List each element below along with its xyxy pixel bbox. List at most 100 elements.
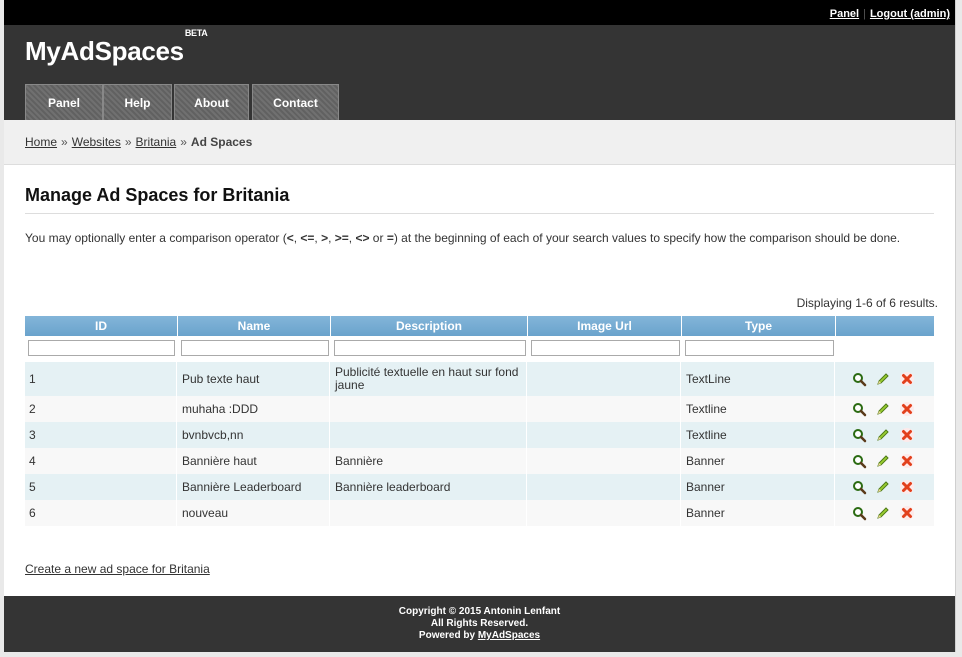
cell-id: 6 (25, 500, 177, 526)
op-le: <= (300, 231, 315, 245)
cell-name: Bannière Leaderboard (178, 474, 330, 500)
cell-description (331, 396, 527, 422)
row-actions (847, 396, 915, 422)
cell-type: Textline (682, 422, 835, 448)
table-row: 1 Pub texte haut Publicité textuelle en ha… (25, 362, 934, 396)
edit-icon[interactable] (875, 453, 891, 469)
cell-type: TextLine (682, 362, 835, 396)
cell-id: 1 (25, 362, 177, 396)
column-header-type[interactable]: Type (682, 316, 836, 336)
delete-icon[interactable] (899, 371, 915, 387)
breadcrumb-separator: » (124, 135, 132, 149)
column-header-image-url[interactable]: Image Url (528, 316, 682, 336)
logout-link[interactable]: Logout (admin) (870, 8, 950, 20)
delete-icon[interactable] (899, 427, 915, 443)
row-actions (847, 362, 915, 396)
create-ad-space-link[interactable]: Create a new ad space for Britania (25, 562, 210, 576)
cell-type: Textline (682, 396, 835, 422)
row-actions (847, 474, 915, 500)
filter-id-input[interactable] (28, 340, 175, 356)
footer-rights: All Rights Reserved. (430, 618, 529, 629)
edit-icon[interactable] (875, 479, 891, 495)
cell-type: Banner (682, 500, 835, 526)
site-header: MyAdSpacesBETA Panel Help About Contact (4, 25, 955, 121)
column-header-id[interactable]: ID (25, 316, 178, 336)
cell-image-url (528, 500, 681, 526)
top-bar: Panel | Logout (admin) (4, 0, 955, 25)
logo-text: MyAdSpaces (25, 36, 184, 66)
view-icon[interactable] (851, 427, 867, 443)
cell-description: Bannière (331, 448, 527, 474)
cell-id: 4 (25, 448, 177, 474)
delete-icon[interactable] (899, 453, 915, 469)
row-actions (847, 448, 915, 474)
column-header-description[interactable]: Description (331, 316, 528, 336)
breadcrumb-home[interactable]: Home (25, 135, 57, 149)
breadcrumb-site[interactable]: Britania (136, 135, 177, 149)
view-icon[interactable] (851, 505, 867, 521)
cell-type: Banner (682, 448, 835, 474)
hint-suffix: ) at the beginning of each of your searc… (393, 231, 901, 245)
nav-tab-contact[interactable]: Contact (252, 84, 339, 121)
ad-spaces-grid: ID Name Description Image Url Type 1 Pub … (25, 316, 934, 526)
cell-image-url (528, 422, 681, 448)
edit-icon[interactable] (875, 371, 891, 387)
breadcrumb-bar: Home» Websites» Britania» Ad Spaces (4, 120, 955, 165)
view-icon[interactable] (851, 479, 867, 495)
footer-powered-label: Powered by (418, 630, 478, 641)
page-title: Manage Ad Spaces for Britania (25, 185, 934, 214)
user-links: Panel | Logout (admin) (830, 8, 950, 20)
op-lt: < (286, 231, 294, 245)
grid-header-row: ID Name Description Image Url Type (25, 316, 934, 336)
footer-powered-link[interactable]: MyAdSpaces (478, 630, 540, 641)
footer-copyright: Copyright © 2015 Antonin Lenfant (398, 606, 561, 617)
column-header-actions (836, 316, 934, 336)
cell-name: muhaha :DDD (178, 396, 330, 422)
edit-icon[interactable] (875, 505, 891, 521)
cell-name: bvnbvcb,nn (178, 422, 330, 448)
filter-description-input[interactable] (334, 340, 526, 356)
op-ge: >= (334, 231, 349, 245)
cell-name: nouveau (178, 500, 330, 526)
site-logo: MyAdSpacesBETA (25, 28, 208, 67)
breadcrumb-current: Ad Spaces (190, 135, 253, 149)
view-icon[interactable] (851, 401, 867, 417)
op-ne: <> (355, 231, 370, 245)
filter-type-input[interactable] (685, 340, 834, 356)
cell-name: Bannière haut (178, 448, 330, 474)
cell-description (331, 422, 527, 448)
breadcrumb-separator: » (180, 135, 187, 149)
cell-description: Bannière leaderboard (331, 474, 527, 500)
row-actions (847, 500, 915, 526)
nav-tab-help[interactable]: Help (103, 84, 172, 121)
edit-icon[interactable] (875, 427, 891, 443)
table-row: 4 Bannière haut Bannière Banner (25, 448, 934, 474)
view-icon[interactable] (851, 453, 867, 469)
column-header-name[interactable]: Name (178, 316, 331, 336)
cell-id: 5 (25, 474, 177, 500)
results-summary: Displaying 1-6 of 6 results. (796, 296, 938, 310)
link-separator: | (863, 8, 866, 20)
filter-row (25, 336, 934, 362)
cell-id: 2 (25, 396, 177, 422)
delete-icon[interactable] (899, 505, 915, 521)
delete-icon[interactable] (899, 479, 915, 495)
nav-tab-panel[interactable]: Panel (25, 84, 103, 121)
edit-icon[interactable] (875, 401, 891, 417)
delete-icon[interactable] (899, 401, 915, 417)
panel-link[interactable]: Panel (830, 8, 859, 20)
table-row: 3 bvnbvcb,nn Textline (25, 422, 934, 448)
filter-name-input[interactable] (181, 340, 329, 356)
grid-body: 1 Pub texte haut Publicité textuelle en ha… (25, 362, 934, 526)
table-row: 6 nouveau Banner (25, 500, 934, 526)
cell-image-url (528, 362, 681, 396)
hint-prefix: You may optionally enter a comparison op… (25, 231, 287, 245)
nav-tab-about[interactable]: About (174, 84, 249, 121)
filter-image-url-input[interactable] (531, 340, 680, 356)
beta-badge: BETA (184, 28, 208, 39)
view-icon[interactable] (851, 371, 867, 387)
cell-image-url (528, 396, 681, 422)
page: Panel | Logout (admin) MyAdSpacesBETA Pane… (4, 0, 956, 652)
table-row: 5 Bannière Leaderboard Bannière leaderboar… (25, 474, 934, 500)
breadcrumb-websites[interactable]: Websites (72, 135, 121, 149)
